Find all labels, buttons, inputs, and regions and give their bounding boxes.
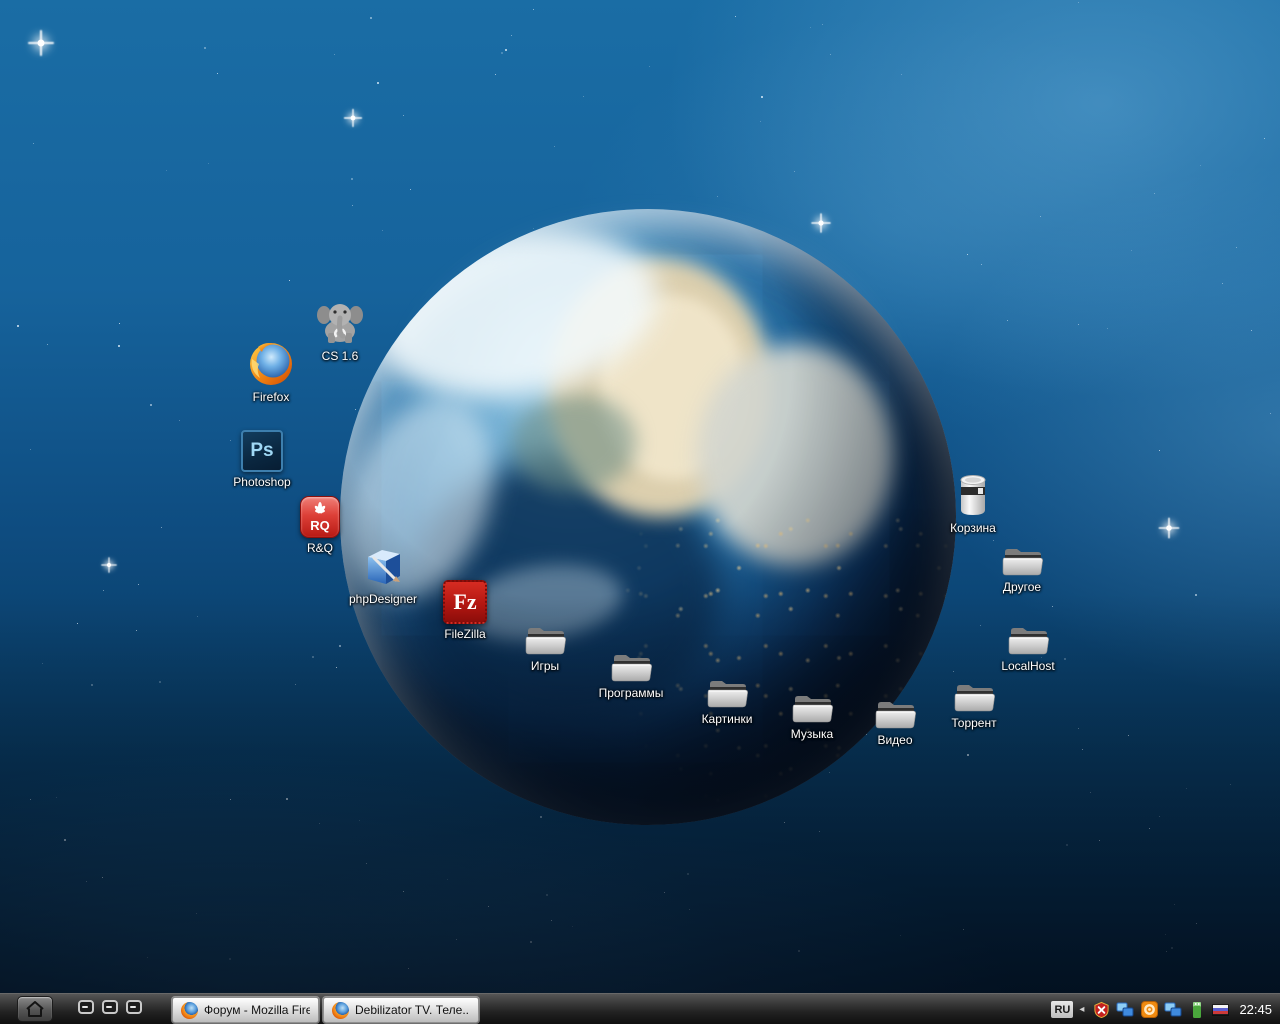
trash-bin-icon	[957, 474, 989, 518]
taskbar-window-debilizator[interactable]: Debilizator TV. Теле...	[323, 997, 479, 1023]
firefox-icon	[332, 1002, 349, 1019]
icon-label: Другое	[1003, 580, 1041, 594]
folder-icon	[1000, 543, 1044, 577]
desktop-wallpaper: CS 1.6 Firefox	[0, 0, 1280, 1024]
desktop-icon-photoshop[interactable]: Ps Photoshop	[217, 430, 307, 489]
folder-icon	[790, 690, 834, 724]
firefox-icon	[181, 1002, 198, 1019]
folder-icon	[873, 696, 917, 730]
icon-label: Музыка	[791, 727, 833, 741]
desktop-icon-phpdesigner[interactable]: phpDesigner	[338, 545, 428, 606]
network-computers-icon[interactable]	[1116, 1001, 1134, 1019]
icon-label: LocalHost	[1001, 659, 1054, 673]
desktop-icon-torrent[interactable]: Торрент	[929, 679, 1019, 730]
icon-label: Программы	[599, 686, 664, 700]
desktop-icon-games[interactable]: Игры	[500, 622, 590, 673]
network-computers-icon[interactable]	[1164, 1001, 1182, 1019]
desktop-icon-firefox[interactable]: Firefox	[226, 341, 316, 404]
icon-label: Видео	[877, 733, 912, 747]
system-tray: RU ◂	[1051, 994, 1272, 1024]
blue-box-pencil-icon	[360, 545, 406, 589]
firefox-icon	[248, 341, 294, 387]
desktop-icon-filezilla[interactable]: Fz FileZilla	[420, 580, 510, 641]
usb-flash-icon[interactable]	[1188, 1001, 1206, 1019]
rq-icon: RQ	[300, 496, 340, 538]
window-icon[interactable]	[78, 1000, 94, 1014]
folder-icon	[705, 675, 749, 709]
icon-label: Photoshop	[233, 475, 290, 489]
window-icon[interactable]	[102, 1000, 118, 1014]
icon-label: Игры	[531, 659, 559, 673]
desktop-icon-localhost[interactable]: LocalHost	[983, 622, 1073, 673]
desktop-icon-programs[interactable]: Программы	[586, 649, 676, 700]
desktop-icon-music[interactable]: Музыка	[767, 690, 857, 741]
icon-label: CS 1.6	[322, 349, 359, 363]
fz-badge: Fz	[453, 589, 476, 615]
taskbar-window-forum[interactable]: Форум - Mozilla Fire...	[172, 997, 319, 1023]
icon-label: FileZilla	[444, 627, 485, 641]
filezilla-stamp-icon: Fz	[443, 580, 487, 624]
window-title: Форум - Mozilla Fire...	[204, 1003, 310, 1017]
desktop-icon-recycle-bin[interactable]: Корзина	[928, 474, 1018, 535]
elephant-icon	[316, 300, 364, 346]
icon-label: Торрент	[951, 716, 996, 730]
window-title: Debilizator TV. Теле...	[355, 1003, 470, 1017]
icon-label: R&Q	[307, 541, 333, 555]
orange-ring-app-icon[interactable]	[1140, 1001, 1158, 1019]
rq-badge: RQ	[310, 520, 330, 532]
start-button[interactable]	[17, 996, 53, 1022]
icon-label: phpDesigner	[349, 592, 417, 606]
tray-clock[interactable]: 22:45	[1239, 1002, 1272, 1017]
home-icon	[24, 999, 46, 1019]
ps-badge: Ps	[250, 440, 273, 462]
taskbar: Форум - Mozilla Fire... Debilizator TV. …	[0, 993, 1280, 1024]
icon-label: Картинки	[702, 712, 753, 726]
window-icon[interactable]	[126, 1000, 142, 1014]
russian-flag-icon[interactable]	[1212, 1004, 1229, 1016]
icon-label: Корзина	[950, 521, 996, 535]
quick-launch	[78, 1000, 142, 1014]
folder-icon	[609, 649, 653, 683]
folder-icon	[1006, 622, 1050, 656]
folder-icon	[523, 622, 567, 656]
icon-label: Firefox	[253, 390, 290, 404]
desktop-icon-other[interactable]: Другое	[977, 543, 1067, 594]
tray-collapse-arrow-icon[interactable]: ◂	[1079, 1004, 1084, 1015]
language-indicator[interactable]: RU	[1051, 1001, 1073, 1018]
desktop-icon-video[interactable]: Видео	[850, 696, 940, 747]
folder-icon	[952, 679, 996, 713]
desktop-icon-pictures[interactable]: Картинки	[682, 675, 772, 726]
antivirus-shield-icon[interactable]	[1092, 1001, 1110, 1019]
photoshop-icon: Ps	[241, 430, 283, 472]
bottom-vignette	[0, 0, 1280, 1024]
